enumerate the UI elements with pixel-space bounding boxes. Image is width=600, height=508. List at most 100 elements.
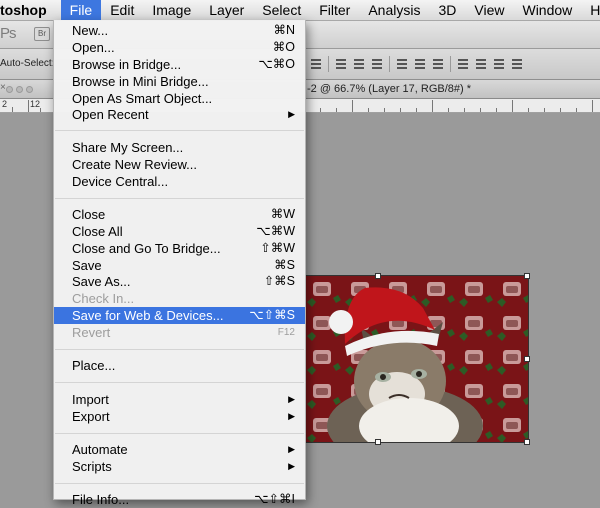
menu-separator bbox=[55, 382, 304, 383]
menu-item-label: Automate bbox=[72, 442, 128, 457]
menu-item-revert: Revert F12 bbox=[54, 324, 305, 341]
distribute-middle-icon[interactable] bbox=[475, 57, 487, 71]
menu-item-new[interactable]: New... ⌘N bbox=[54, 22, 305, 39]
menu-item-create-new-review[interactable]: Create New Review... bbox=[54, 156, 305, 173]
menu-item-label: Share My Screen... bbox=[72, 140, 184, 155]
menu-item-shortcut: ⌘W bbox=[270, 207, 295, 221]
menu-item-label: Import bbox=[72, 392, 109, 407]
menu-item-open[interactable]: Open... ⌘O bbox=[54, 39, 305, 56]
menu-item-export[interactable]: Export ▶ bbox=[54, 408, 305, 425]
menu-item-shortcut: ⌥⌘O bbox=[258, 57, 295, 71]
menu-item-automate[interactable]: Automate ▶ bbox=[54, 441, 305, 458]
menu-item-place[interactable]: Place... bbox=[54, 357, 305, 374]
menu-item-shortcut: F12 bbox=[277, 327, 295, 338]
menu-item-check-in: Check In... bbox=[54, 290, 305, 307]
menu-item-browse-in-bridge[interactable]: Browse in Bridge... ⌥⌘O bbox=[54, 56, 305, 73]
menu-separator bbox=[55, 198, 304, 199]
distribute-horizontal-center-icon[interactable] bbox=[414, 57, 426, 71]
menu-item-open-as-smart-object[interactable]: Open As Smart Object... bbox=[54, 90, 305, 107]
menu-item-label: Scripts bbox=[72, 459, 112, 474]
menu-view[interactable]: View bbox=[465, 0, 513, 20]
menu-item-shortcut: ⌥⇧⌘S bbox=[249, 308, 295, 322]
divider bbox=[389, 56, 390, 72]
distribute-bottom-icon[interactable] bbox=[493, 57, 505, 71]
menu-item-label: Save for Web & Devices... bbox=[72, 308, 224, 323]
transform-handle[interactable] bbox=[524, 356, 530, 362]
align-bottom-icon[interactable] bbox=[371, 57, 383, 71]
submenu-arrow-icon: ▶ bbox=[288, 109, 295, 119]
menu-analysis[interactable]: Analysis bbox=[359, 0, 429, 20]
menu-item-label: New... bbox=[72, 23, 109, 38]
distribute-left-icon[interactable] bbox=[396, 57, 408, 71]
menu-item-save[interactable]: Save ⌘S bbox=[54, 257, 305, 274]
menu-item-share-my-screen[interactable]: Share My Screen... bbox=[54, 139, 305, 156]
menu-item-label: Place... bbox=[72, 358, 116, 373]
document-title: -2 @ 66.7% (Layer 17, RGB/8#) * bbox=[307, 83, 472, 95]
menu-bar: toshop File Edit Image Layer Select Filt… bbox=[0, 0, 600, 21]
menu-select[interactable]: Select bbox=[253, 0, 310, 20]
distribute-top-icon[interactable] bbox=[457, 57, 469, 71]
menu-item-label: Create New Review... bbox=[72, 157, 197, 172]
submenu-arrow-icon: ▶ bbox=[288, 411, 295, 421]
menu-item-label: Open Recent bbox=[72, 107, 149, 122]
menu-separator bbox=[55, 483, 304, 484]
menu-item-label: Save As... bbox=[72, 274, 131, 289]
menu-item-shortcut: ⌘S bbox=[274, 258, 295, 272]
divider bbox=[328, 56, 329, 72]
menu-item-shortcut: ⌥⌘W bbox=[256, 224, 295, 238]
transform-handle[interactable] bbox=[375, 273, 381, 279]
photoshop-logo: Ps bbox=[0, 25, 17, 42]
menu-separator bbox=[55, 349, 304, 350]
menu-item-browse-in-mini-bridge[interactable]: Browse in Mini Bridge... bbox=[54, 73, 305, 90]
transform-handle[interactable] bbox=[375, 439, 381, 445]
menu-help[interactable]: Help bbox=[581, 0, 600, 20]
menu-3d[interactable]: 3D bbox=[429, 0, 465, 20]
align-icon[interactable] bbox=[310, 57, 322, 71]
divider bbox=[450, 56, 451, 72]
window-controls bbox=[6, 84, 36, 93]
bridge-button[interactable]: Br bbox=[34, 27, 50, 41]
menu-item-open-recent[interactable]: Open Recent ▶ bbox=[54, 106, 305, 123]
auto-align-icon[interactable] bbox=[511, 57, 523, 71]
menu-item-shortcut: ⌘O bbox=[272, 40, 295, 54]
menu-image[interactable]: Image bbox=[143, 0, 200, 20]
menu-app-name[interactable]: toshop bbox=[0, 0, 61, 20]
menu-item-close-all[interactable]: Close All ⌥⌘W bbox=[54, 223, 305, 240]
submenu-arrow-icon: ▶ bbox=[288, 444, 295, 454]
ruler-label: 12 bbox=[30, 99, 41, 109]
menu-item-label: Close All bbox=[72, 224, 123, 239]
menu-item-label: Revert bbox=[72, 325, 111, 340]
auto-select-label[interactable]: Auto-Select: bbox=[0, 58, 54, 69]
document-canvas-image[interactable] bbox=[304, 275, 529, 443]
menu-item-close-and-go-to-bridge[interactable]: Close and Go To Bridge... ⇧⌘W bbox=[54, 240, 305, 257]
menu-item-shortcut: ⌘N bbox=[273, 23, 295, 37]
ruler-label: 2 bbox=[2, 99, 8, 109]
align-distribute-group bbox=[310, 56, 529, 72]
menu-window[interactable]: Window bbox=[513, 0, 581, 20]
menu-layer[interactable]: Layer bbox=[200, 0, 253, 20]
transform-handle[interactable] bbox=[524, 439, 530, 445]
menu-item-scripts[interactable]: Scripts ▶ bbox=[54, 458, 305, 475]
menu-item-label: Export bbox=[72, 409, 110, 424]
menu-item-label: Close and Go To Bridge... bbox=[72, 241, 221, 256]
menu-filter[interactable]: Filter bbox=[310, 0, 359, 20]
menu-item-shortcut: ⇧⌘W bbox=[260, 241, 295, 255]
transform-handle[interactable] bbox=[524, 273, 530, 279]
menu-item-import[interactable]: Import ▶ bbox=[54, 391, 305, 408]
menu-item-save-as[interactable]: Save As... ⇧⌘S bbox=[54, 273, 305, 290]
menu-item-label: Close bbox=[72, 207, 106, 222]
menu-item-device-central[interactable]: Device Central... bbox=[54, 173, 305, 190]
align-vertical-center-icon[interactable] bbox=[353, 57, 365, 71]
menu-item-shortcut: ⇧⌘S bbox=[263, 274, 295, 288]
menu-item-label: Open... bbox=[72, 40, 115, 55]
menu-item-save-for-web-and-devices[interactable]: Save for Web & Devices... ⌥⇧⌘S bbox=[54, 307, 305, 324]
menu-item-close[interactable]: Close ⌘W bbox=[54, 206, 305, 223]
menu-item-label: Browse in Bridge... bbox=[72, 57, 182, 72]
menu-file[interactable]: File bbox=[60, 0, 102, 20]
align-top-icon[interactable] bbox=[335, 57, 347, 71]
menu-edit[interactable]: Edit bbox=[101, 0, 143, 20]
menu-item-label: Browse in Mini Bridge... bbox=[72, 74, 209, 89]
distribute-right-icon[interactable] bbox=[432, 57, 444, 71]
menu-item-label: Open As Smart Object... bbox=[72, 91, 213, 106]
menu-item-label: Check In... bbox=[72, 291, 135, 306]
